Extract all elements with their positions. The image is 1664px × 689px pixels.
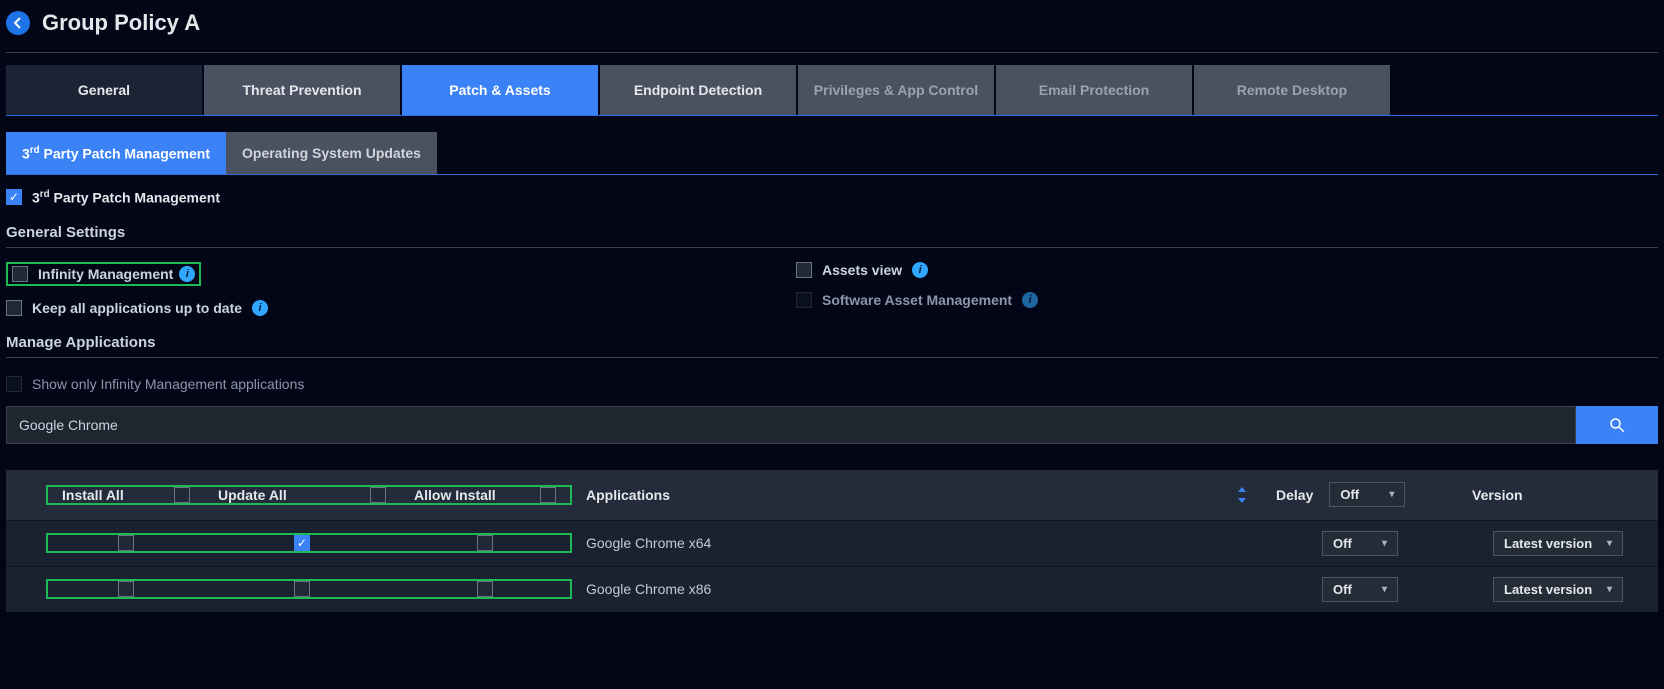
allow-install-checkbox[interactable]	[477, 581, 493, 597]
table-row: Google Chrome x64 Off▾ Latest version▾	[6, 520, 1658, 566]
version-dropdown[interactable]: Latest version▾	[1493, 577, 1623, 602]
col-update-all: Update All	[218, 487, 287, 503]
col-install-all: Install All	[62, 487, 124, 503]
subtab-3rd-party-patch[interactable]: 3rd Party Patch Management	[6, 132, 226, 174]
tab-patch-assets[interactable]: Patch & Assets	[402, 65, 598, 115]
tab-privileges-app-control[interactable]: Privileges & App Control	[798, 65, 994, 115]
update-checkbox[interactable]	[294, 535, 310, 551]
application-search-input[interactable]	[6, 406, 1576, 444]
divider	[6, 52, 1658, 53]
install-checkbox[interactable]	[118, 535, 134, 551]
show-only-infinity-label: Show only Infinity Management applicatio…	[32, 376, 304, 392]
col-delay: Delay	[1276, 487, 1313, 503]
allow-install-header-checkbox[interactable]	[540, 487, 556, 503]
tab-threat-prevention[interactable]: Threat Prevention	[204, 65, 400, 115]
tab-endpoint-detection[interactable]: Endpoint Detection	[600, 65, 796, 115]
page-title: Group Policy A	[42, 10, 200, 36]
delay-header-dropdown[interactable]: Off▾	[1329, 482, 1405, 507]
update-checkbox[interactable]	[294, 581, 310, 597]
application-name: Google Chrome x64	[572, 535, 1232, 551]
assets-view-checkbox[interactable]	[796, 262, 812, 278]
assets-view-label: Assets view	[822, 262, 902, 278]
application-name: Google Chrome x86	[572, 581, 1232, 597]
version-dropdown[interactable]: Latest version▾	[1493, 531, 1623, 556]
infinity-management-label: Infinity Management	[38, 266, 173, 282]
chevron-down-icon: ▾	[1382, 584, 1387, 595]
keep-all-up-to-date-label: Keep all applications up to date	[32, 300, 242, 316]
col-version: Version	[1458, 487, 1658, 503]
info-icon[interactable]: i	[912, 262, 928, 278]
enable-3rd-party-label: 3rd Party Patch Management	[32, 189, 220, 206]
info-icon[interactable]: i	[252, 300, 268, 316]
chevron-down-icon: ▾	[1607, 538, 1612, 549]
tab-email-protection[interactable]: Email Protection	[996, 65, 1192, 115]
keep-all-up-to-date-checkbox[interactable]	[6, 300, 22, 316]
chevron-down-icon: ▾	[1607, 584, 1612, 595]
tab-general[interactable]: General	[6, 65, 202, 115]
main-tabs: General Threat Prevention Patch & Assets…	[6, 65, 1658, 116]
install-all-header-checkbox[interactable]	[174, 487, 190, 503]
tab-remote-desktop[interactable]: Remote Desktop	[1194, 65, 1390, 115]
software-asset-management-label: Software Asset Management	[822, 292, 1012, 308]
allow-install-checkbox[interactable]	[477, 535, 493, 551]
delay-dropdown[interactable]: Off▾	[1322, 577, 1398, 602]
update-all-header-checkbox[interactable]	[370, 487, 386, 503]
applications-table: Install All Update All Allow Install App…	[6, 470, 1658, 612]
section-manage-applications: Manage Applications	[6, 334, 1658, 351]
divider	[6, 247, 1658, 248]
col-applications: Applications	[572, 487, 1222, 503]
info-icon[interactable]: i	[179, 266, 195, 282]
subtab-os-updates[interactable]: Operating System Updates	[226, 132, 437, 174]
chevron-down-icon: ▾	[1382, 538, 1387, 549]
install-checkbox[interactable]	[118, 581, 134, 597]
info-icon[interactable]: i	[1022, 292, 1038, 308]
enable-3rd-party-checkbox[interactable]	[6, 189, 22, 205]
divider	[6, 357, 1658, 358]
show-only-infinity-checkbox	[6, 376, 22, 392]
infinity-management-checkbox[interactable]	[12, 266, 28, 282]
table-row: Google Chrome x86 Off▾ Latest version▾	[6, 566, 1658, 612]
search-icon	[1608, 416, 1626, 434]
delay-dropdown[interactable]: Off▾	[1322, 531, 1398, 556]
back-button[interactable]	[6, 11, 30, 35]
chevron-down-icon: ▾	[1389, 489, 1394, 500]
sub-tabs: 3rd Party Patch Management Operating Sys…	[6, 132, 1658, 175]
section-general-settings: General Settings	[6, 224, 1658, 241]
search-button[interactable]	[1576, 406, 1658, 444]
col-allow-install: Allow Install	[414, 487, 496, 503]
sort-applications-button[interactable]	[1222, 487, 1262, 503]
software-asset-management-checkbox	[796, 292, 812, 308]
